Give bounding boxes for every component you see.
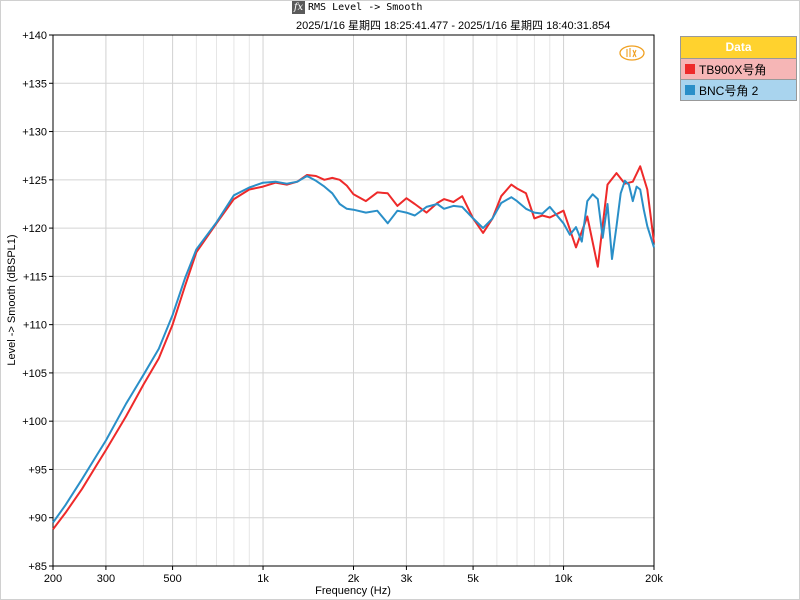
x-tick-label: 2k	[348, 573, 360, 585]
brand-logo-icon	[619, 45, 645, 61]
y-tick-label: +100	[22, 416, 47, 428]
x-tick-label: 500	[163, 573, 181, 585]
y-tick-label: +105	[22, 368, 47, 380]
y-tick-label: +135	[22, 78, 47, 90]
legend-label: TB900X号角	[699, 62, 767, 77]
x-tick-label: 1k	[257, 573, 269, 585]
x-tick-label: 3k	[401, 573, 413, 585]
y-tick-label: +125	[22, 175, 47, 187]
legend-swatch	[685, 85, 695, 95]
x-axis-label: Frequency (Hz)	[315, 585, 391, 597]
y-tick-label: +85	[28, 561, 47, 573]
y-tick-label: +120	[22, 223, 47, 235]
legend-header: Data	[681, 37, 796, 58]
x-tick-label: 10k	[555, 573, 573, 585]
y-tick-label: +90	[28, 513, 47, 525]
legend-item-bnc[interactable]: BNC号角 2	[681, 79, 796, 100]
y-tick-label: +110	[23, 320, 47, 332]
legend-label: BNC号角 2	[699, 83, 759, 98]
legend-item-tb900x[interactable]: TB900X号角	[681, 58, 796, 79]
y-tick-label: +130	[22, 127, 47, 139]
y-tick-label: +140	[22, 30, 47, 42]
x-tick-label: 5k	[467, 573, 479, 585]
legend: Data TB900X号角 BNC号角 2	[680, 36, 797, 101]
y-tick-label: +115	[23, 271, 47, 283]
x-tick-label: 20k	[645, 573, 663, 585]
y-axis-label: Level -> Smooth (dBSPL1)	[6, 234, 18, 365]
legend-swatch	[685, 64, 695, 74]
x-tick-label: 200	[44, 573, 62, 585]
x-tick-label: 300	[97, 573, 115, 585]
y-tick-label: +95	[28, 464, 47, 476]
